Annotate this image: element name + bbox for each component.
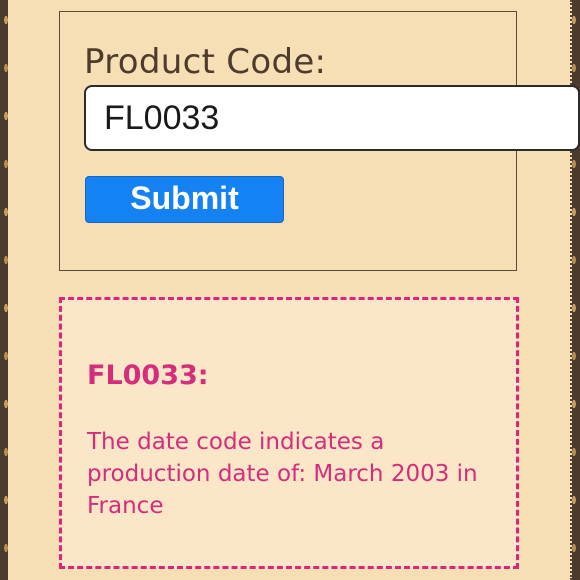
- product-code-label: Product Code:: [84, 42, 327, 82]
- product-code-form: Product Code: Submit: [59, 11, 580, 271]
- result-panel: FL0033: The date code indicates a produc…: [59, 297, 519, 569]
- result-message: The date code indicates a production dat…: [87, 429, 478, 519]
- result-code-heading: FL0033:: [87, 360, 209, 391]
- product-code-input[interactable]: [84, 85, 580, 151]
- submit-button[interactable]: Submit: [85, 176, 284, 223]
- page-content: Product Code: Submit FL0033: The date co…: [8, 0, 580, 580]
